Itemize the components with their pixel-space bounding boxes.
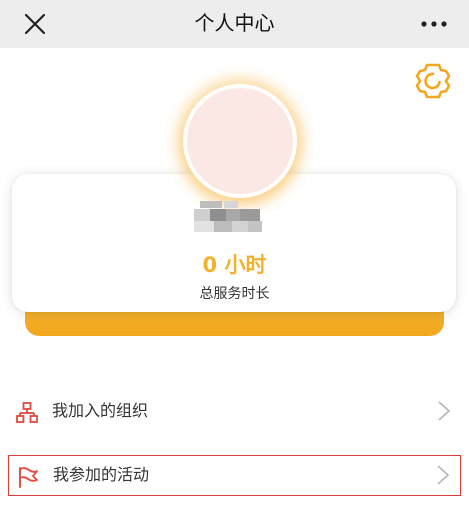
avatar[interactable] bbox=[183, 84, 297, 198]
chevron-right-icon bbox=[438, 401, 451, 421]
flag-icon bbox=[19, 467, 38, 488]
chevron-right-icon bbox=[437, 465, 450, 485]
more-icon[interactable] bbox=[419, 14, 449, 34]
organization-icon bbox=[16, 402, 38, 423]
menu-item-my-activities[interactable]: 我参加的活动 bbox=[8, 455, 461, 496]
username-masked bbox=[194, 199, 266, 235]
top-bar: 个人中心 bbox=[0, 0, 469, 48]
menu-item-label: 我加入的组织 bbox=[52, 401, 149, 420]
service-hours-label: 总服务时长 bbox=[199, 286, 270, 302]
menu-item-label: 我参加的活动 bbox=[53, 465, 150, 484]
service-hours-value: 0 小时 bbox=[202, 253, 267, 277]
page-title: 个人中心 bbox=[194, 11, 275, 35]
gear-icon[interactable] bbox=[414, 62, 452, 100]
menu-item-my-organizations[interactable]: 我加入的组织 bbox=[8, 392, 461, 432]
